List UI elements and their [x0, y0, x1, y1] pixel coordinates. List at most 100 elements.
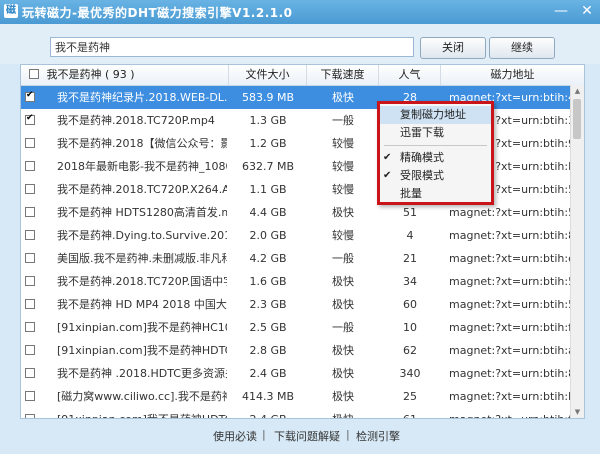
column-size-header[interactable]: 文件大小 [229, 65, 307, 85]
footer-link-check-engine[interactable]: 检测引擎 [356, 428, 400, 444]
cell-speed: 较慢 [332, 137, 354, 150]
cell-popularity: 4 [406, 229, 414, 242]
row-checkbox[interactable] [25, 414, 35, 418]
cell-popularity: 25 [403, 390, 417, 403]
cell-size: 2.4 GB [249, 367, 287, 380]
table-row[interactable]: 我不是药神 HD MP4 2018 中国大... 2.3 GB 极快 60 magnet… [21, 293, 579, 316]
minimize-button[interactable]: — [548, 0, 574, 22]
cell-popularity: 60 [403, 298, 417, 311]
column-name-label: 我不是药神 ( 93 ) [46, 68, 135, 81]
check-icon: ✔ [383, 152, 392, 163]
cell-speed: 极快 [332, 298, 354, 311]
row-checkbox[interactable] [25, 253, 35, 263]
cell-magnet: magnet:?xt=urn:btih:8... [449, 367, 579, 380]
footer: 使用必读 | 下载问题解疑 | 检测引擎 [0, 422, 600, 454]
footer-separator: | [346, 428, 350, 441]
table-row[interactable]: 我不是药神.2018.TC720P.国语中字.... 1.6 GB 极快 34 magn… [21, 270, 579, 293]
cell-name: 美国版.我不是药神.未删减版.非凡科... [57, 252, 227, 265]
table-row[interactable]: 我不是药神.Dying.to.Survive.2018.... 2.0 GB 较慢 4… [21, 224, 579, 247]
table-row[interactable]: [91xinpian.com]我不是药神HC108... 2.5 GB 一般 10 ma… [21, 316, 579, 339]
row-checkbox[interactable] [25, 299, 35, 309]
cell-size: 2.3 GB [249, 298, 287, 311]
menu-item-restricted-mode[interactable]: ✔ 受限模式 [380, 167, 491, 185]
cell-name: 我不是药神.2018.TC720P.国语中字.... [57, 275, 227, 288]
row-checkbox[interactable] [25, 184, 35, 194]
window-title: 玩转磁力-最优秀的DHT磁力搜索引擎V1.2.1.0 [22, 6, 293, 20]
menu-item-batch[interactable]: 批量 [380, 185, 491, 203]
app-icon: 磁 [4, 4, 18, 18]
context-menu: 复制磁力地址 迅雷下载 ✔ 精确模式 ✔ 受限模式 批量 [377, 101, 494, 205]
select-all-checkbox[interactable] [29, 69, 39, 79]
cell-popularity: 340 [399, 367, 421, 380]
cell-magnet: magnet:?xt=urn:btih:8... [449, 229, 579, 242]
table-row[interactable]: 我不是药神 .2018.HDTC更多资源关... 2.4 GB 极快 340 magne… [21, 362, 579, 385]
cell-name: 2018年最新电影-我不是药神_1080P... [57, 160, 227, 173]
cell-size: 4.4 GB [249, 206, 287, 219]
row-checkbox[interactable] [25, 207, 35, 217]
cell-popularity: 21 [403, 252, 417, 265]
cell-size: 414.3 MB [241, 390, 295, 403]
row-checkbox[interactable] [25, 276, 35, 286]
table-row[interactable]: [91xinpian.com]我不是药神HDTC1...2.4 GB极快61ma… [21, 408, 579, 418]
search-input[interactable]: 我不是药神 [50, 37, 414, 57]
cell-size: 583.9 MB [241, 91, 295, 104]
cell-size: 1.1 GB [249, 183, 287, 196]
cell-size: 2.8 GB [249, 344, 287, 357]
table-row[interactable]: [91xinpian.com]我不是药神HDTC1... 2.8 GB 极快 62 ma… [21, 339, 579, 362]
row-checkbox[interactable] [25, 368, 35, 378]
row-checkbox[interactable] [25, 138, 35, 148]
cell-size: 4.2 GB [249, 252, 287, 265]
row-checkbox[interactable] [25, 161, 35, 171]
menu-item-thunder-download[interactable]: 迅雷下载 [380, 124, 491, 142]
scroll-down-icon[interactable]: ▼ [571, 406, 584, 418]
menu-item-copy-magnet[interactable]: 复制磁力地址 [380, 106, 491, 124]
column-speed-header[interactable]: 下载速度 [307, 65, 379, 85]
footer-link-guide[interactable]: 使用必读 [213, 428, 257, 444]
cell-name: [91xinpian.com]我不是药神HDTC1... [57, 344, 227, 357]
cell-size: 2.0 GB [249, 229, 287, 242]
cell-magnet: magnet:?xt=urn:btih:e... [449, 252, 579, 265]
row-checkbox[interactable] [25, 345, 35, 355]
cell-size: 2.5 GB [249, 321, 287, 334]
cell-popularity: 34 [403, 275, 417, 288]
cell-popularity: 61 [379, 408, 441, 418]
cell-speed: 极快 [332, 275, 354, 288]
cell-size: 1.2 GB [249, 137, 287, 150]
cell-speed: 一般 [332, 114, 354, 127]
cell-name: 我不是药神 .2018.HDTC更多资源关... [57, 367, 227, 380]
cell-speed: 一般 [332, 321, 354, 334]
table-row[interactable]: [磁力窝www.ciliwo.cc].我不是药神... 414.3 MB 极快 25 m… [21, 385, 579, 408]
column-name-header[interactable]: 我不是药神 ( 93 ) [21, 65, 229, 85]
cell-name: 我不是药神 HDTS1280高清首发.mp4 [57, 206, 227, 219]
cell-name: 我不是药神 HD MP4 2018 中国大... [57, 298, 227, 311]
column-magnet-header[interactable]: 磁力地址 [441, 65, 584, 85]
cell-speed: 一般 [332, 252, 354, 265]
cell-name: 我不是药神.Dying.to.Survive.2018.... [57, 229, 227, 242]
cell-magnet: magnet:?xt=urn:btih:5... [449, 275, 579, 288]
close-window-button[interactable]: ✕ [574, 0, 600, 22]
cell-speed: 较慢 [332, 183, 354, 196]
cell-name: 我不是药神.2018.TC720P.X264.AA... [57, 183, 227, 196]
menu-item-precise-mode[interactable]: ✔ 精确模式 [380, 149, 491, 167]
row-checkbox[interactable] [25, 113, 35, 125]
continue-button[interactable]: 继续 [489, 37, 555, 59]
row-checkbox[interactable] [25, 391, 35, 401]
results-list: 我不是药神 ( 93 ) 文件大小 下载速度 人气 磁力地址 我不是药神纪录片.… [20, 64, 585, 419]
footer-separator: | [262, 428, 266, 441]
column-popularity-header[interactable]: 人气 [379, 65, 441, 85]
table-row[interactable]: 美国版.我不是药神.未删减版.非凡科... 4.2 GB 一般 21 magnet:?x… [21, 247, 579, 270]
row-checkbox[interactable] [25, 90, 35, 102]
row-checkbox[interactable] [25, 322, 35, 332]
close-search-button[interactable]: 关闭 [420, 37, 486, 59]
vertical-scrollbar[interactable]: ▲ ▼ [570, 85, 584, 418]
menu-separator [384, 145, 487, 146]
list-header: 我不是药神 ( 93 ) 文件大小 下载速度 人气 磁力地址 [21, 65, 584, 86]
scroll-thumb[interactable] [573, 99, 581, 139]
cell-popularity: 62 [403, 344, 417, 357]
cell-magnet: magnet:?xt=urn:btih:f... [441, 408, 579, 418]
cell-speed: 极快 [332, 390, 354, 403]
scroll-up-icon[interactable]: ▲ [571, 85, 584, 97]
row-checkbox[interactable] [25, 230, 35, 240]
footer-link-faq[interactable]: 下载问题解疑 [274, 428, 340, 444]
cell-name: [磁力窝www.ciliwo.cc].我不是药神... [57, 390, 227, 403]
